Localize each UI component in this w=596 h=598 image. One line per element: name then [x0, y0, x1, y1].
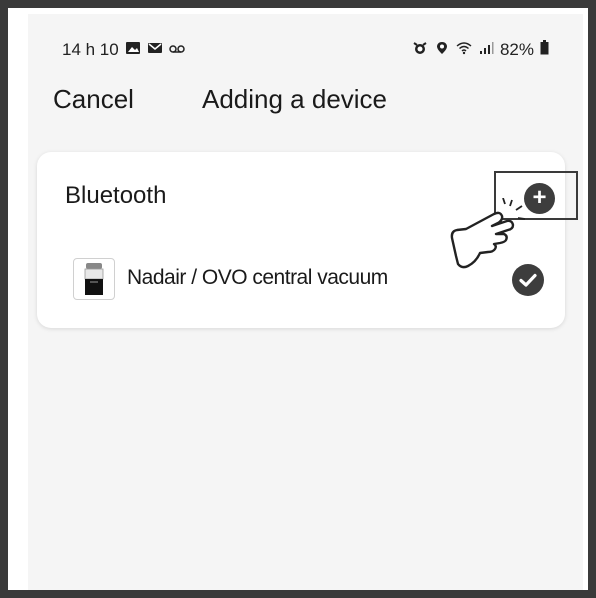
voicemail-icon — [168, 40, 185, 60]
page-title: Adding a device — [202, 84, 388, 114]
cancel-button[interactable]: Cancel — [53, 84, 134, 115]
gallery-icon — [125, 40, 141, 60]
wifi-icon — [456, 40, 472, 60]
screenshot-frame: 14 h 10 82% Cancel Adding a device Bluet… — [8, 8, 588, 590]
battery-icon — [540, 40, 549, 60]
checkmark-icon — [512, 264, 544, 296]
phone-screen: 14 h 10 82% Cancel Adding a device Bluet… — [28, 14, 583, 590]
battery-level: 82% — [499, 40, 534, 59]
mail-icon — [147, 40, 163, 60]
header: Cancel Adding a device — [28, 80, 583, 124]
signal-icon — [478, 40, 494, 60]
device-name: Nadair / OVO central vacuum — [127, 266, 388, 289]
section-title-bluetooth: Bluetooth — [65, 182, 167, 209]
vacuum-device-thumbnail — [73, 258, 115, 300]
status-bar: 14 h 10 82% — [28, 14, 583, 60]
alarm-icon — [412, 40, 428, 60]
device-row[interactable]: Nadair / OVO central vacuum — [73, 256, 553, 304]
status-left: 14 h 10 — [62, 40, 185, 60]
bluetooth-card: Bluetooth + Nadair / OVO central vacuum — [37, 152, 578, 328]
location-icon — [434, 40, 450, 60]
status-time: 14 h 10 — [62, 40, 119, 59]
status-right: 82% — [412, 40, 549, 60]
